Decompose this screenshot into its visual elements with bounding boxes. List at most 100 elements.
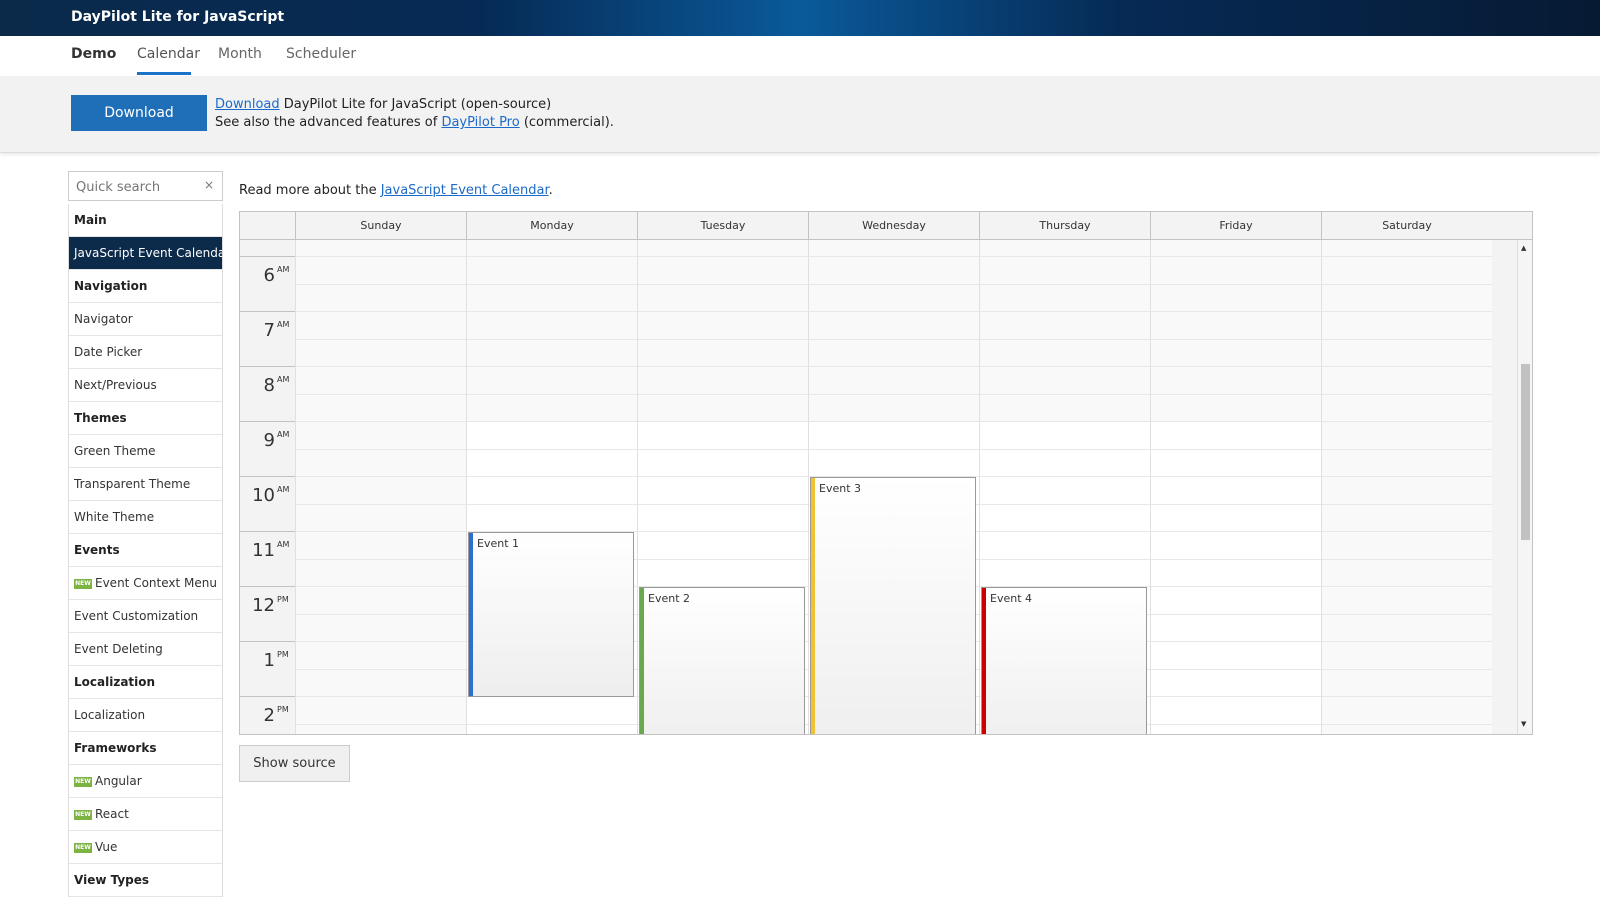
time-cell[interactable] [295,257,466,285]
time-cell[interactable] [979,559,1150,587]
time-cell[interactable] [979,257,1150,285]
calendar-event[interactable]: Event 1 [468,532,634,697]
time-cell[interactable] [295,532,466,560]
time-cell[interactable] [637,422,808,450]
time-cell[interactable] [1321,477,1492,505]
time-cell[interactable] [295,449,466,477]
sidebar-item[interactable]: Navigator [69,303,222,336]
time-cell[interactable] [466,449,637,477]
time-cell[interactable] [979,477,1150,505]
time-cell[interactable] [1321,642,1492,670]
calendar-event[interactable]: Event 2 [639,587,805,734]
time-cell[interactable] [295,477,466,505]
time-cell[interactable] [1321,367,1492,395]
sidebar-item[interactable]: Localization [69,699,222,732]
time-cell[interactable] [1321,257,1492,285]
calendar-event[interactable]: Event 4 [981,587,1147,734]
time-cell[interactable] [1321,559,1492,587]
time-cell[interactable] [466,312,637,340]
time-cell[interactable] [637,367,808,395]
time-cell[interactable] [637,504,808,532]
time-cell[interactable] [808,449,979,477]
time-cell[interactable] [1321,240,1492,257]
time-cell[interactable] [1150,257,1321,285]
show-source-button[interactable]: Show source [239,745,350,782]
time-cell[interactable] [1321,669,1492,697]
sidebar-item[interactable]: JavaScript Event Calendar [69,237,222,270]
time-cell[interactable] [295,587,466,615]
time-cell[interactable] [295,614,466,642]
time-cell[interactable] [979,422,1150,450]
time-cell[interactable] [979,240,1150,257]
time-cell[interactable] [1150,367,1321,395]
time-cell[interactable] [1150,284,1321,312]
tab-demo[interactable]: Demo [71,46,116,62]
time-cell[interactable] [295,240,466,257]
scroll-down-icon[interactable]: ▼ [1521,720,1526,728]
time-cell[interactable] [1150,312,1321,340]
time-cell[interactable] [1150,587,1321,615]
tab-calendar[interactable]: Calendar [137,46,200,62]
time-cell[interactable] [979,394,1150,422]
time-cell[interactable] [295,422,466,450]
time-cell[interactable] [295,394,466,422]
time-cell[interactable] [808,284,979,312]
time-cell[interactable] [808,394,979,422]
time-cell[interactable] [808,240,979,257]
calendar-body[interactable]: 6 AM 7 AM 8 AM 9 AM 10 AM 11 AM 12 PM 1 PM 2 PM Event 1 Eve… [240,240,1517,734]
time-cell[interactable] [808,339,979,367]
time-cell[interactable] [1150,240,1321,257]
sidebar-item[interactable]: Transparent Theme [69,468,222,501]
time-cell[interactable] [466,257,637,285]
time-cell[interactable] [979,339,1150,367]
search-input[interactable] [74,173,198,201]
app-title[interactable]: DayPilot Lite for JavaScript [71,9,284,25]
daypilot-pro-link[interactable]: DayPilot Pro [441,115,519,130]
time-cell[interactable] [1150,394,1321,422]
time-cell[interactable] [808,312,979,340]
time-cell[interactable] [295,339,466,367]
time-cell[interactable] [466,477,637,505]
time-cell[interactable] [1150,532,1321,560]
sidebar-item[interactable]: NEW Vue [69,831,222,864]
time-cell[interactable] [466,339,637,367]
time-cell[interactable] [295,724,466,734]
time-cell[interactable] [295,697,466,725]
clear-search-icon[interactable]: × [204,178,214,192]
time-cell[interactable] [1321,339,1492,367]
calendar-scrollbar[interactable]: ▲ ▼ [1517,240,1532,734]
time-cell[interactable] [295,642,466,670]
time-cell[interactable] [466,394,637,422]
time-cell[interactable] [466,697,637,725]
time-cell[interactable] [1150,697,1321,725]
calendar-event[interactable]: Event 3 [810,477,976,734]
time-cell[interactable] [808,257,979,285]
time-cell[interactable] [637,532,808,560]
time-cell[interactable] [466,240,637,257]
time-cell[interactable] [1321,394,1492,422]
time-cell[interactable] [637,312,808,340]
time-cell[interactable] [295,367,466,395]
time-cell[interactable] [1321,284,1492,312]
time-cell[interactable] [637,394,808,422]
sidebar-item[interactable]: Next/Previous [69,369,222,402]
time-cell[interactable] [1150,422,1321,450]
time-cell[interactable] [1150,559,1321,587]
time-cell[interactable] [466,284,637,312]
time-cell[interactable] [1150,339,1321,367]
time-cell[interactable] [1150,642,1321,670]
time-cell[interactable] [808,367,979,395]
time-cell[interactable] [637,477,808,505]
time-cell[interactable] [466,367,637,395]
time-cell[interactable] [1321,449,1492,477]
time-cell[interactable] [1321,312,1492,340]
sidebar-item[interactable]: NEW Angular [69,765,222,798]
time-cell[interactable] [466,724,637,734]
download-button[interactable]: Download [71,95,207,131]
time-cell[interactable] [1150,669,1321,697]
time-cell[interactable] [1321,697,1492,725]
time-cell[interactable] [466,422,637,450]
time-cell[interactable] [1150,504,1321,532]
sidebar-item[interactable]: Green Theme [69,435,222,468]
tab-month[interactable]: Month [218,46,262,62]
